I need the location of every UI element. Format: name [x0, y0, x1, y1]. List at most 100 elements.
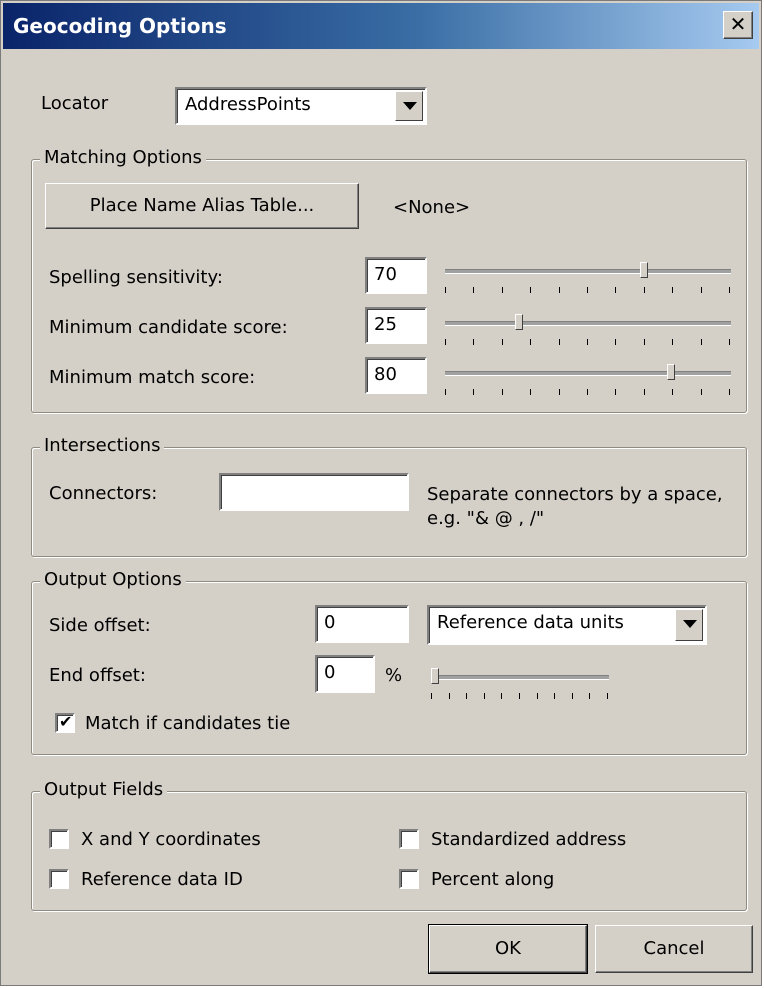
slider-tick	[502, 389, 503, 395]
output-fields-title: Output Fields	[40, 779, 168, 800]
slider-tick	[502, 287, 503, 293]
alias-button-label: Place Name Alias Table...	[89, 195, 315, 216]
slider-tick	[644, 287, 645, 293]
slider-tick	[589, 693, 590, 699]
slider-tick	[559, 287, 560, 293]
slider-tick	[530, 389, 531, 395]
slider-tick	[701, 339, 702, 345]
close-icon: ✕	[729, 12, 747, 36]
standardized-address-label: Standardized address	[431, 829, 627, 850]
x-y-coordinates-checkbox[interactable]	[49, 829, 69, 849]
side-offset-input[interactable]: 0	[315, 605, 409, 643]
slider-tick	[559, 389, 560, 395]
match-if-candidates-tie-checkbox[interactable]: ✔	[55, 712, 75, 733]
end-offset-value: 0	[324, 662, 336, 683]
locator-dropdown[interactable]: AddressPoints	[175, 87, 427, 125]
minimum-candidate-score-slider[interactable]	[445, 314, 731, 351]
slider-tick	[502, 339, 503, 345]
slider-thumb[interactable]	[640, 262, 648, 278]
slider-tick	[445, 389, 446, 395]
cancel-button[interactable]: Cancel	[595, 925, 753, 973]
slider-tick	[572, 693, 573, 699]
slider-tick	[729, 287, 730, 293]
minimum-match-score-value: 80	[374, 364, 397, 385]
slider-tick	[473, 287, 474, 293]
slider-tick	[559, 339, 560, 345]
minimum-candidate-score-value: 25	[374, 314, 397, 335]
slider-tick	[554, 693, 555, 699]
offset-units-value: Reference data units	[437, 612, 624, 633]
minimum-candidate-score-input[interactable]: 25	[365, 307, 427, 344]
intersections-title: Intersections	[40, 435, 165, 456]
output-fields-group: Output Fields	[31, 779, 747, 911]
connectors-label: Connectors:	[49, 483, 158, 504]
slider-tick	[701, 389, 702, 395]
offset-units-dropdown[interactable]: Reference data units	[427, 605, 707, 645]
slider-tick	[587, 287, 588, 293]
side-offset-label: Side offset:	[49, 615, 151, 636]
spelling-sensitivity-label: Spelling sensitivity:	[49, 267, 223, 288]
slider-track	[445, 321, 731, 326]
cancel-button-label: Cancel	[643, 938, 705, 959]
reference-data-id-label: Reference data ID	[81, 869, 243, 890]
slider-tick	[431, 693, 432, 699]
minimum-match-score-input[interactable]: 80	[365, 357, 427, 394]
slider-tick	[615, 287, 616, 293]
percent-along-checkbox[interactable]	[399, 869, 419, 889]
slider-tick	[466, 693, 467, 699]
window-title: Geocoding Options	[13, 14, 227, 38]
geocoding-options-dialog: Geocoding Options ✕ Locator AddressPoint…	[0, 0, 762, 986]
slider-thumb[interactable]	[431, 668, 439, 684]
locator-value: AddressPoints	[185, 94, 311, 115]
slider-track	[445, 269, 731, 274]
slider-tick	[449, 693, 450, 699]
checkmark-icon: ✔	[59, 712, 73, 731]
reference-data-id-checkbox[interactable]	[49, 869, 69, 889]
end-offset-percent-label: %	[385, 665, 403, 686]
spelling-sensitivity-input[interactable]: 70	[365, 257, 427, 294]
place-name-alias-table-button[interactable]: Place Name Alias Table...	[45, 183, 359, 229]
slider-thumb[interactable]	[667, 364, 675, 380]
slider-tick	[607, 693, 608, 699]
slider-tick	[473, 389, 474, 395]
slider-tick	[644, 339, 645, 345]
title-bar[interactable]: Geocoding Options ✕	[3, 3, 759, 49]
ok-button[interactable]: OK	[428, 924, 588, 974]
minimum-candidate-score-label: Minimum candidate score:	[49, 317, 288, 338]
slider-tick	[537, 693, 538, 699]
close-button[interactable]: ✕	[723, 11, 753, 39]
slider-tick	[484, 693, 485, 699]
slider-tick	[587, 339, 588, 345]
end-offset-slider[interactable]	[431, 668, 609, 705]
slider-track	[445, 371, 731, 376]
connectors-input[interactable]	[219, 473, 409, 511]
slider-tick	[530, 287, 531, 293]
standardized-address-checkbox[interactable]	[399, 829, 419, 849]
slider-tick	[615, 389, 616, 395]
slider-tick	[445, 287, 446, 293]
chevron-down-icon[interactable]	[675, 609, 703, 641]
slider-thumb[interactable]	[515, 314, 523, 330]
match-if-candidates-tie-label: Match if candidates tie	[85, 713, 291, 734]
slider-tick	[587, 389, 588, 395]
matching-options-title: Matching Options	[40, 147, 206, 168]
slider-tick	[672, 287, 673, 293]
slider-tick	[701, 287, 702, 293]
minimum-match-score-slider[interactable]	[445, 364, 731, 401]
slider-tick	[530, 339, 531, 345]
output-options-title: Output Options	[40, 569, 186, 590]
slider-tick	[501, 693, 502, 699]
connectors-hint: Separate connectors by a space, e.g. "& …	[427, 484, 723, 529]
locator-label: Locator	[41, 93, 109, 114]
slider-tick	[729, 339, 730, 345]
percent-along-label: Percent along	[431, 869, 555, 890]
spelling-sensitivity-slider[interactable]	[445, 262, 731, 299]
slider-tick	[445, 339, 446, 345]
alias-table-value: <None>	[393, 197, 471, 218]
slider-tick	[615, 339, 616, 345]
slider-tick	[519, 693, 520, 699]
slider-track	[431, 675, 609, 680]
end-offset-input[interactable]: 0	[315, 655, 375, 693]
chevron-down-icon[interactable]	[395, 91, 423, 121]
side-offset-value: 0	[324, 612, 336, 633]
